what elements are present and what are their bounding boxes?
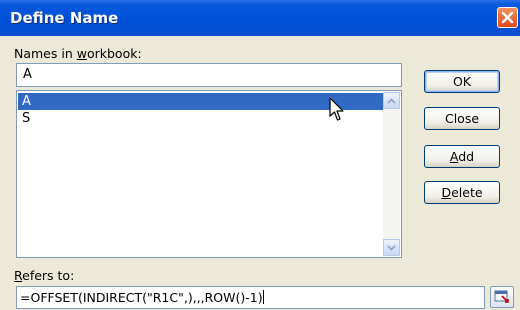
delete-button[interactable]: Delete: [424, 181, 500, 204]
collapse-dialog-icon[interactable]: [490, 286, 514, 308]
refers-to-value: =OFFSET(INDIRECT("R1C",),,,ROW()-1): [20, 290, 263, 305]
scroll-down-arrow-icon[interactable]: [383, 239, 400, 256]
text-caret: [262, 290, 264, 304]
close-button[interactable]: Close: [424, 107, 500, 130]
ok-button[interactable]: OK: [424, 70, 500, 93]
add-button[interactable]: Add: [424, 145, 500, 168]
mouse-pointer-icon: [329, 97, 345, 127]
refers-to-label: Refers to:: [14, 268, 75, 283]
define-name-dialog: Define Name Names in workbook: A A S OK …: [0, 0, 520, 310]
dialog-title: Define Name: [10, 9, 119, 27]
names-in-workbook-label: Names in workbook:: [14, 46, 142, 61]
close-icon[interactable]: [497, 7, 518, 28]
vertical-scrollbar[interactable]: [383, 92, 400, 256]
name-input[interactable]: A: [16, 63, 402, 87]
title-bar[interactable]: Define Name: [0, 0, 520, 36]
refers-to-input[interactable]: =OFFSET(INDIRECT("R1C",),,,ROW()-1): [16, 286, 485, 309]
scroll-up-arrow-icon[interactable]: [383, 92, 400, 109]
